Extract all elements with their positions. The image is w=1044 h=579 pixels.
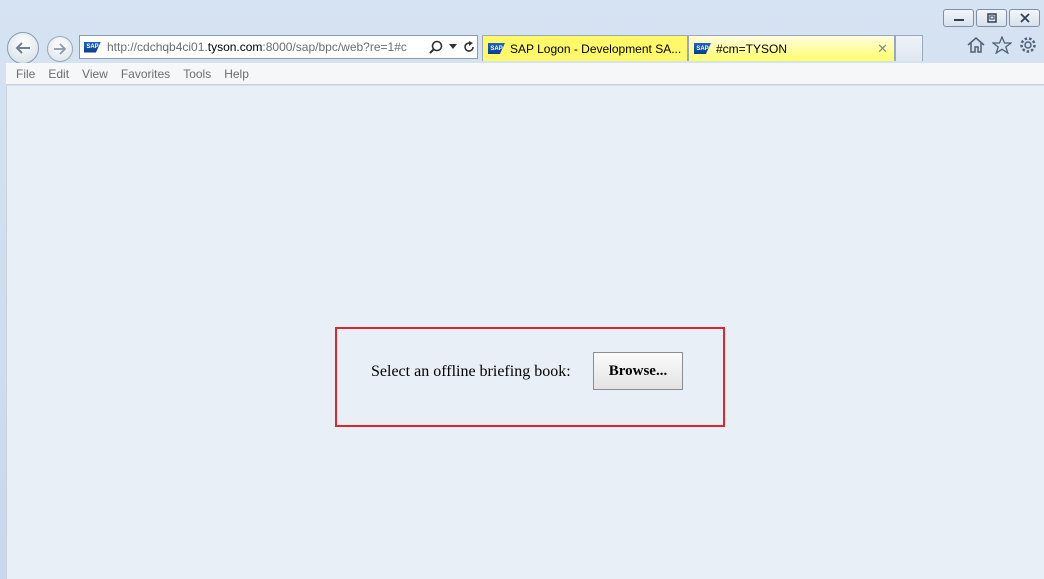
menu-view[interactable]: View <box>82 67 108 81</box>
navigation-bar: SAP http://cdchqb4ci01.tyson.com:8000/sa… <box>0 30 1044 64</box>
url-prefix: http://cdchqb4ci01. <box>107 40 208 54</box>
menu-help[interactable]: Help <box>224 67 249 81</box>
back-button[interactable] <box>7 32 39 64</box>
menu-favorites[interactable]: Favorites <box>121 67 170 81</box>
search-icon[interactable] <box>429 40 443 54</box>
home-icon[interactable] <box>966 36 986 54</box>
browse-button[interactable]: Browse... <box>593 352 683 390</box>
close-icon <box>1019 13 1030 23</box>
address-bar[interactable]: SAP http://cdchqb4ci01.tyson.com:8000/sa… <box>79 35 478 59</box>
briefing-book-prompt: Select an offline briefing book: <box>371 363 571 380</box>
sap-favicon: SAP <box>84 41 101 53</box>
new-tab-button[interactable] <box>895 35 923 61</box>
toolbar-icons <box>966 36 1038 54</box>
menu-edit[interactable]: Edit <box>48 67 69 81</box>
restore-button[interactable] <box>976 9 1007 27</box>
minimize-icon <box>953 19 964 21</box>
menu-file[interactable]: File <box>16 67 35 81</box>
menu-bar: File Edit View Favorites Tools Help <box>6 63 1044 85</box>
browser-window: SAP http://cdchqb4ci01.tyson.com:8000/sa… <box>0 0 1044 579</box>
refresh-icon[interactable] <box>463 40 475 54</box>
tab-sap-logon[interactable]: SAP SAP Logon - Development SA... <box>482 35 688 61</box>
forward-button[interactable] <box>47 36 73 62</box>
tab-cm-tyson[interactable]: SAP #cm=TYSON ✕ <box>688 35 895 61</box>
sap-tab-icon: SAP <box>488 43 505 54</box>
tab-label: #cm=TYSON <box>716 41 788 56</box>
window-controls <box>943 9 1040 27</box>
close-window-button[interactable] <box>1009 9 1040 27</box>
page-content: Select an offline briefing book: Browse.… <box>6 86 1044 579</box>
gear-icon[interactable] <box>1018 36 1038 54</box>
menu-tools[interactable]: Tools <box>183 67 211 81</box>
sap-tab-icon: SAP <box>694 43 711 54</box>
back-icon <box>15 42 30 54</box>
tab-close-icon[interactable]: ✕ <box>877 41 888 57</box>
url-suffix: :8000/sap/bpc/web?re=1#c <box>262 40 407 54</box>
dropdown-icon[interactable] <box>449 44 457 50</box>
url-text[interactable]: http://cdchqb4ci01.tyson.com:8000/sap/bp… <box>107 40 425 54</box>
forward-icon <box>54 43 67 55</box>
url-host: tyson.com <box>207 40 263 54</box>
tab-label: SAP Logon - Development SA... <box>510 41 682 56</box>
restore-icon <box>986 13 997 23</box>
minimize-button[interactable] <box>943 9 974 27</box>
star-icon[interactable] <box>992 36 1012 54</box>
